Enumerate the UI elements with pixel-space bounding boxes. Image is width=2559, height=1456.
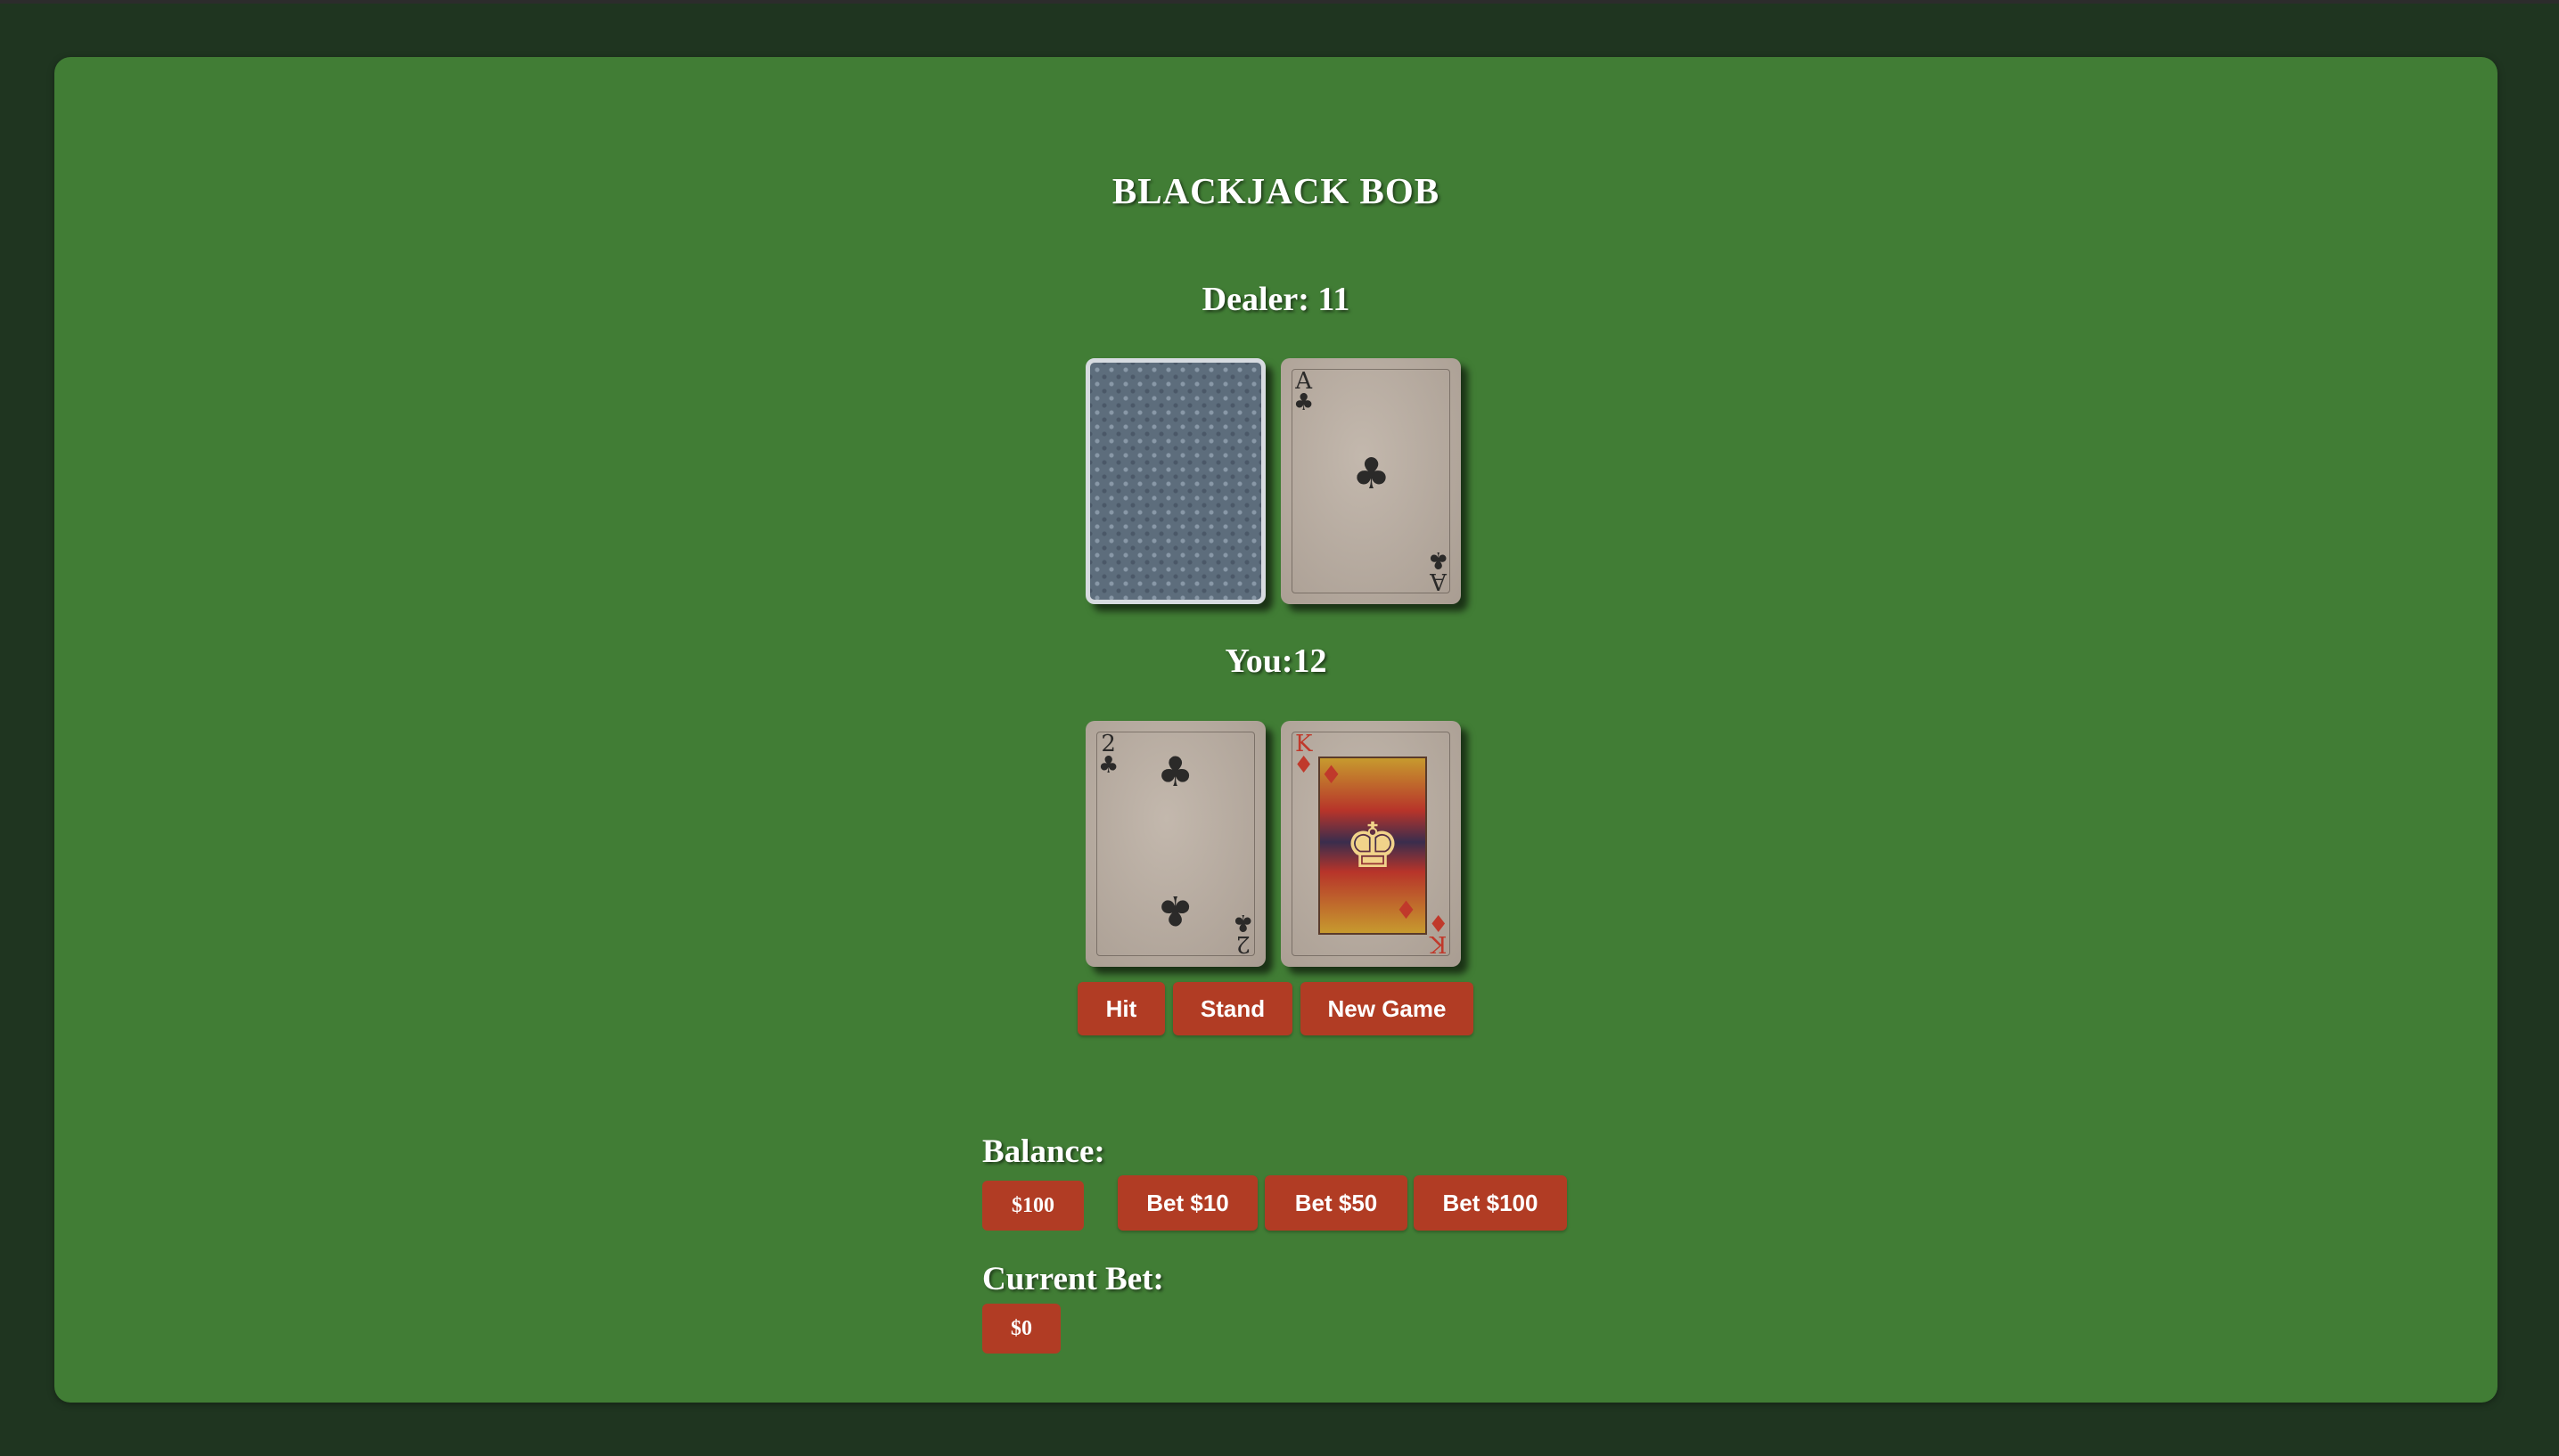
current-bet-value: $0	[982, 1304, 1061, 1354]
dealer-card-ace-of-clubs: A ♣ ♣ A ♣	[1281, 358, 1461, 604]
card-suit: ♣	[1098, 752, 1120, 779]
stand-button[interactable]: Stand	[1173, 982, 1292, 1035]
card-suit: ♣	[1232, 909, 1253, 936]
club-icon: ♣	[1157, 748, 1194, 796]
balance-value: $100	[982, 1181, 1084, 1231]
dealer-score: Dealer: 11	[1202, 281, 1350, 318]
balance-label: Balance:	[982, 1133, 1105, 1170]
club-icon: ♣	[1352, 449, 1391, 499]
club-icon: ♣	[1157, 887, 1194, 935]
player-card-king-of-diamonds: ♚ K ♦ ♦ ♦ K ♦	[1281, 721, 1461, 967]
card-suit: ♣	[1293, 389, 1315, 416]
bet-100-button[interactable]: Bet $100	[1414, 1175, 1567, 1231]
diamond-icon: ♦	[1320, 760, 1343, 789]
player-card-two-of-clubs: 2 ♣ ♣ ♣ 2 ♣	[1086, 721, 1266, 967]
dealer-card-face-down	[1086, 358, 1266, 604]
card-suit: ♦	[1427, 909, 1448, 936]
bet-10-button[interactable]: Bet $10	[1118, 1175, 1258, 1231]
bet-50-button[interactable]: Bet $50	[1265, 1175, 1407, 1231]
game-table: BLACKJACK BOB Dealer: 11 A ♣ ♣ A ♣ You:12 …	[54, 57, 2497, 1403]
card-suit: ♣	[1427, 546, 1448, 573]
player-score: You:12	[1225, 642, 1327, 680]
new-game-button[interactable]: New Game	[1300, 982, 1473, 1035]
diamond-icon: ♦	[1395, 896, 1418, 925]
game-title: BLACKJACK BOB	[1111, 170, 1440, 211]
hit-button[interactable]: Hit	[1078, 982, 1165, 1035]
current-bet-label: Current Bet:	[982, 1261, 1164, 1297]
card-suit: ♦	[1293, 752, 1315, 779]
